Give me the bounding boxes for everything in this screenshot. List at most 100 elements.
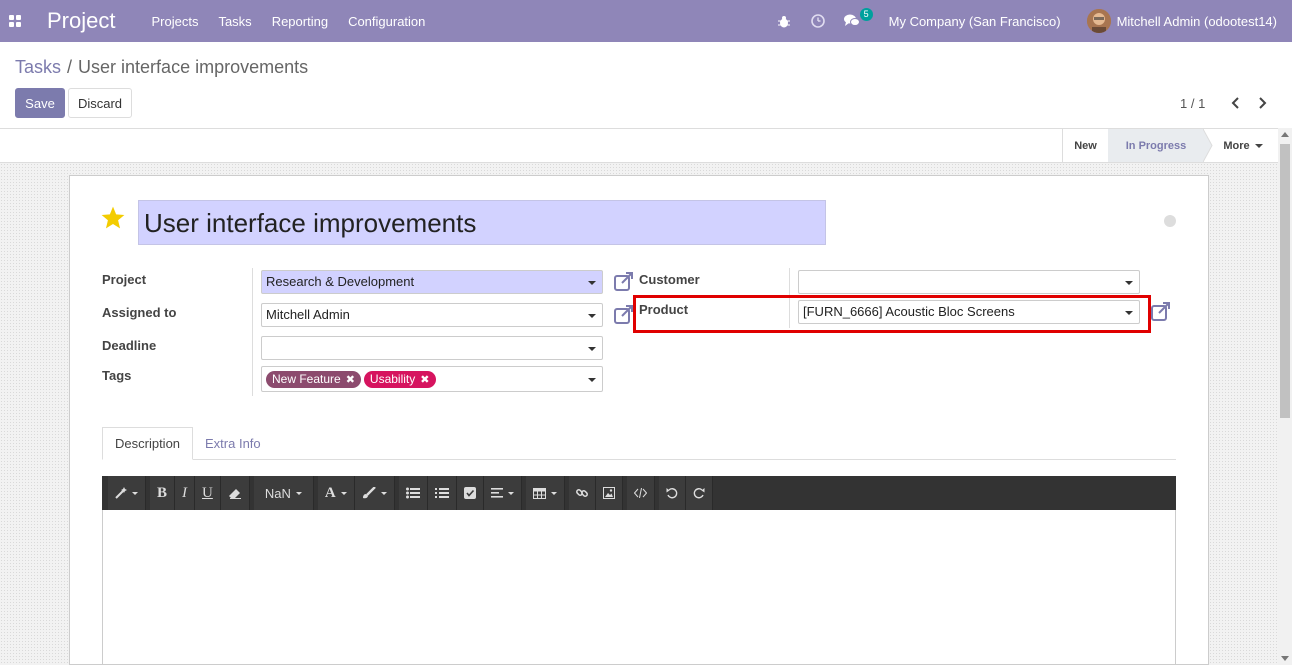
chat-count-badge: 5 [859, 8, 873, 21]
caret-down-icon [550, 491, 557, 495]
assigned-to-label: Assigned to [102, 305, 177, 320]
more-stages-label: More [1223, 139, 1250, 152]
dropdown-caret-icon [588, 378, 596, 382]
menu-reporting[interactable]: Reporting [272, 14, 328, 29]
style-magic-wand-button[interactable] [108, 476, 146, 510]
breadcrumb-separator: / [67, 57, 73, 77]
apps-menu-icon[interactable] [0, 0, 30, 42]
task-title-input[interactable]: User interface improvements [138, 200, 826, 245]
scroll-down-arrow-icon[interactable] [1281, 656, 1289, 661]
customer-field[interactable] [798, 270, 1140, 294]
scrollbar-thumb[interactable] [1280, 144, 1290, 418]
insert-image-button[interactable] [595, 476, 623, 510]
clear-format-button[interactable] [220, 476, 250, 510]
paragraph-align-button[interactable] [483, 476, 522, 510]
external-link-icon[interactable] [1150, 301, 1172, 323]
font-size-value: NaN [264, 485, 291, 501]
debug-bug-icon[interactable] [773, 10, 795, 32]
image-icon [602, 487, 615, 499]
dropdown-caret-icon [588, 347, 596, 351]
checkbox-icon [463, 487, 476, 499]
description-editor[interactable] [102, 510, 1176, 665]
font-color-button[interactable]: A [317, 476, 355, 510]
assigned-to-value: Mitchell Admin [266, 307, 350, 322]
highlight-color-button[interactable] [354, 476, 395, 510]
user-menu[interactable]: Mitchell Admin (odootest14) [1117, 14, 1277, 29]
app-brand[interactable]: Project [47, 8, 115, 34]
caret-down-icon [340, 491, 347, 495]
menu-projects[interactable]: Projects [151, 14, 198, 29]
numbered-list-icon [434, 488, 449, 498]
undo-button[interactable] [658, 476, 686, 510]
star-icon[interactable] [100, 205, 126, 231]
bold-button[interactable]: B [150, 476, 176, 510]
link-icon [575, 489, 588, 497]
activity-clock-icon[interactable] [807, 10, 829, 32]
breadcrumb-tasks-link[interactable]: Tasks [15, 57, 61, 77]
tab-description[interactable]: Description [102, 427, 194, 460]
bullet-list-icon [405, 487, 420, 499]
tags-label: Tags [102, 368, 132, 383]
ordered-list-button[interactable] [427, 476, 457, 510]
top-navbar: Project Projects Tasks Reporting Configu… [0, 0, 1292, 42]
menu-configuration[interactable]: Configuration [348, 14, 425, 29]
caret-down-icon [295, 491, 302, 495]
underline-button[interactable]: U [195, 476, 221, 510]
eraser-icon [228, 489, 241, 499]
chevron-left-icon[interactable] [1228, 94, 1242, 112]
font-color-icon: A [324, 484, 336, 501]
external-link-icon[interactable] [613, 271, 635, 293]
stage-in-progress[interactable]: In Progress [1108, 129, 1204, 162]
italic-button[interactable]: I [175, 476, 196, 510]
project-field[interactable]: Research & Development [261, 270, 603, 294]
unordered-list-button[interactable] [398, 476, 428, 510]
remove-tag-icon[interactable]: ✖ [346, 374, 355, 386]
dropdown-caret-icon [588, 314, 596, 318]
remove-tag-icon[interactable]: ✖ [420, 374, 429, 386]
more-stages-dropdown[interactable]: More [1212, 129, 1274, 162]
magic-wand-icon [115, 487, 127, 499]
product-highlight-box [633, 295, 1151, 333]
customer-label: Customer [639, 272, 700, 287]
checklist-button[interactable] [456, 476, 484, 510]
tag-chip[interactable]: Usability ✖ [363, 371, 436, 388]
save-button[interactable]: Save [15, 88, 65, 118]
stage-statusbar: New In Progress More [0, 128, 1292, 163]
tags-field[interactable]: New Feature ✖ Usability ✖ [261, 366, 603, 392]
project-label: Project [102, 272, 147, 287]
menu-tasks[interactable]: Tasks [218, 14, 251, 29]
company-switcher[interactable]: My Company (San Francisco) [889, 14, 1061, 29]
italic-icon: I [182, 484, 188, 501]
chat-icon[interactable]: 5 [841, 8, 873, 32]
tag-chip[interactable]: New Feature ✖ [266, 371, 361, 388]
redo-icon [693, 488, 705, 499]
external-link-icon[interactable] [613, 304, 635, 326]
tab-extra-info[interactable]: Extra Info [193, 427, 273, 460]
discard-button[interactable]: Discard [68, 88, 132, 118]
pager-value[interactable]: 1 / 1 [1180, 96, 1205, 111]
dropdown-caret-icon [588, 281, 596, 285]
paintbrush-icon [362, 487, 376, 499]
code-view-button[interactable] [626, 476, 655, 510]
breadcrumb-current: User interface improvements [78, 57, 309, 77]
underline-icon: U [202, 484, 213, 501]
deadline-field[interactable] [261, 336, 603, 360]
page-scrollbar[interactable] [1278, 128, 1292, 665]
insert-link-button[interactable] [568, 476, 596, 510]
chevron-right-icon[interactable] [1255, 94, 1269, 112]
scroll-up-arrow-icon[interactable] [1281, 132, 1289, 137]
caret-down-icon [380, 491, 387, 495]
assigned-to-field[interactable]: Mitchell Admin [261, 303, 603, 327]
caret-down-icon [1254, 143, 1263, 148]
caret-down-icon [132, 491, 138, 495]
redo-button[interactable] [685, 476, 713, 510]
stage-new[interactable]: New [1062, 129, 1108, 162]
breadcrumb: Tasks / User interface improvements [15, 57, 308, 78]
insert-table-button[interactable] [525, 476, 565, 510]
deadline-label: Deadline [102, 338, 157, 353]
user-avatar[interactable] [1086, 9, 1111, 33]
kanban-state-indicator[interactable] [1164, 215, 1176, 227]
undo-icon [666, 488, 678, 499]
table-icon [532, 487, 546, 499]
font-size-dropdown[interactable]: NaN [253, 476, 314, 510]
